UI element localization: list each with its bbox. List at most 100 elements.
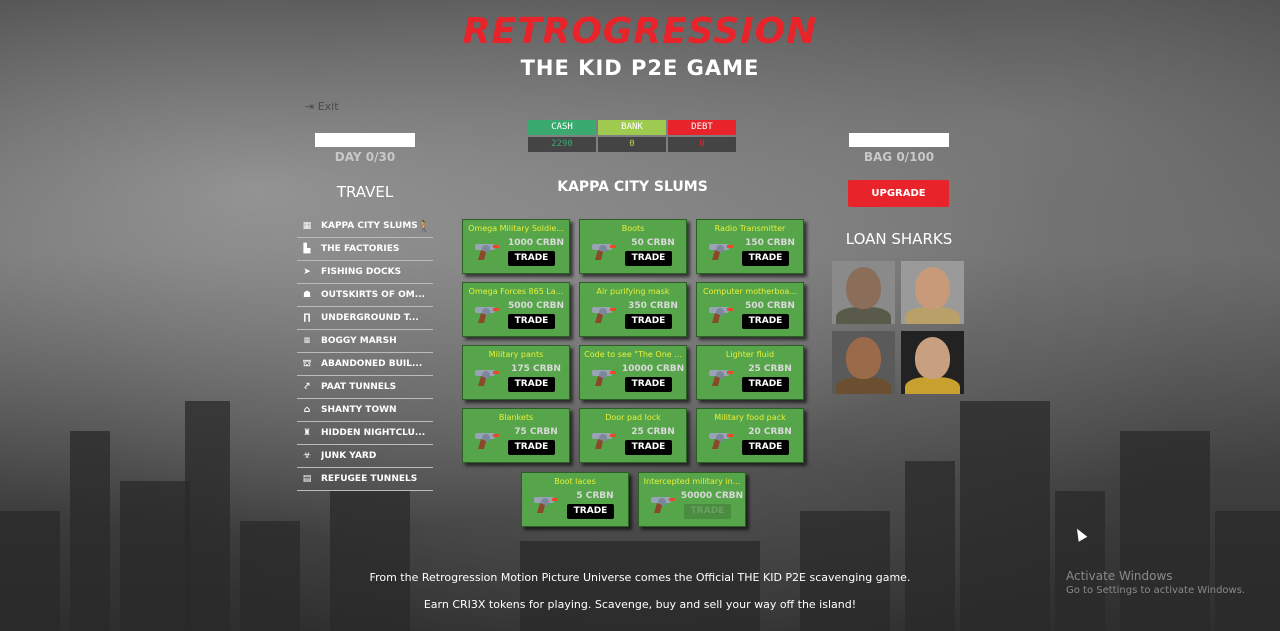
travel-title: TRAVEL <box>336 183 394 201</box>
item-name: Military pants <box>488 350 544 359</box>
stat-value: 2290 <box>528 137 596 152</box>
trade-button[interactable]: TRADE <box>684 504 731 519</box>
travel-item-label: THE FACTORIES <box>321 244 400 254</box>
trade-button[interactable]: TRADE <box>625 314 672 329</box>
bag-progress-bar <box>849 133 949 147</box>
travel-item[interactable]: ⛫ ABANDONED BUIL... <box>297 353 433 376</box>
item-name: Boot laces <box>554 477 596 486</box>
item-price: 50 CRBN <box>631 238 675 248</box>
trade-button[interactable]: TRADE <box>742 377 789 392</box>
item-price: 350 CRBN <box>628 301 678 311</box>
mouse-cursor-icon <box>1072 526 1088 542</box>
trade-button[interactable]: TRADE <box>625 440 672 455</box>
upgrade-button[interactable]: UPGRADE <box>848 180 949 207</box>
walking-person-icon: 🚶 <box>417 219 431 233</box>
item-card: Military pants 175 CRBN TRADE <box>462 345 570 400</box>
trade-button[interactable]: TRADE <box>508 377 555 392</box>
item-card: Boot laces 5 CRBN TRADE <box>521 472 629 527</box>
item-price: 25 CRBN <box>748 364 792 374</box>
item-name: Boots <box>621 224 645 233</box>
item-card: Lighter fluid 25 CRBN TRADE <box>696 345 804 400</box>
people-icon: ☗ <box>302 290 312 300</box>
archive-icon: ▤ <box>302 474 312 484</box>
item-card: Omega Forces 865 La... 5000 CRBN TRADE <box>462 282 570 337</box>
biohazard-icon: ☣ <box>302 451 312 461</box>
item-card: Code to see "The One ... 10000 CRBN TRADE <box>579 345 687 400</box>
trade-button[interactable]: TRADE <box>508 314 555 329</box>
item-card: Military food pack 20 CRBN TRADE <box>696 408 804 463</box>
item-name: Blankets <box>498 413 534 422</box>
exit-button[interactable]: ⇥ Exit <box>305 100 339 113</box>
item-price: 50000 CRBN <box>680 491 744 501</box>
item-price: 25 CRBN <box>631 427 675 437</box>
trade-button[interactable]: TRADE <box>567 504 614 519</box>
tunnel-icon: ∏ <box>303 313 311 323</box>
item-card: Omega Military Soldie... 1000 CRBN TRADE <box>462 219 570 274</box>
stat-bank: BANK 0 <box>598 120 666 152</box>
travel-item[interactable]: ▤ REFUGEE TUNNELS <box>297 468 433 491</box>
travel-item[interactable]: ▙ THE FACTORIES <box>297 238 433 261</box>
factory-icon: ▙ <box>303 244 311 254</box>
route-icon: ⤤ <box>304 382 310 392</box>
trade-button[interactable]: TRADE <box>625 251 672 266</box>
stat-value: 0 <box>668 137 736 152</box>
portrait-face <box>915 337 950 379</box>
travel-item-label: JUNK YARD <box>321 451 377 461</box>
item-card: Radio Transmitter 150 CRBN TRADE <box>696 219 804 274</box>
travel-item-label: PAAT TUNNELS <box>321 382 397 392</box>
portrait-face <box>846 337 881 379</box>
travel-item-label: FISHING DOCKS <box>321 267 402 277</box>
loan-shark-3-avatar[interactable] <box>832 331 895 394</box>
ruins-icon: ⛫ <box>302 358 312 369</box>
stat-value: 0 <box>598 137 666 152</box>
logo-subtitle: THE KID P2E GAME <box>520 56 760 80</box>
watermark-sub: Go to Settings to activate Windows. <box>1066 585 1246 596</box>
day-counter: DAY 0/30 <box>334 150 396 164</box>
travel-item-label: ABANDONED BUIL... <box>321 359 423 369</box>
item-card: Blankets 75 CRBN TRADE <box>462 408 570 463</box>
item-price: 150 CRBN <box>745 238 795 248</box>
travel-item[interactable]: ☣ JUNK YARD <box>297 445 433 468</box>
travel-item[interactable]: ⤤ PAAT TUNNELS <box>297 376 433 399</box>
trade-button[interactable]: TRADE <box>742 314 789 329</box>
travel-item-label: UNDERGROUND T... <box>321 313 419 323</box>
building-icon: ▦ <box>302 221 312 231</box>
trade-button[interactable]: TRADE <box>742 440 789 455</box>
stat-label: CASH <box>528 120 596 135</box>
travel-menu: ▦ KAPPA CITY SLUMS 🚶 ▙ THE FACTORIES ➤ FISHING… <box>297 215 433 491</box>
item-price: 20 CRBN <box>748 427 792 437</box>
trade-button[interactable]: TRADE <box>508 251 555 266</box>
travel-item[interactable]: ☗ OUTSKIRTS OF OM... <box>297 284 433 307</box>
travel-item[interactable]: ♜ HIDDEN NIGHTCLU... <box>297 422 433 445</box>
windows-watermark: Activate Windows Go to Settings to activ… <box>1066 569 1245 596</box>
travel-item[interactable]: ⌂ SHANTY TOWN <box>297 399 433 422</box>
item-card: Intercepted military in... 50000 CRBN TRAD… <box>638 472 746 527</box>
loan-shark-1-avatar[interactable] <box>832 261 895 324</box>
travel-item[interactable]: ➤ FISHING DOCKS <box>297 261 433 284</box>
item-name: Omega Military Soldie... <box>468 224 564 233</box>
travel-item-label: BOGGY MARSH <box>321 336 397 346</box>
day-progress-bar <box>315 133 415 147</box>
portrait-face <box>846 267 881 309</box>
cocktail-icon: ♜ <box>302 428 312 438</box>
loan-shark-2-avatar[interactable] <box>901 261 964 324</box>
item-name: Lighter fluid <box>725 350 775 359</box>
travel-item-label: REFUGEE TUNNELS <box>321 474 418 484</box>
item-name: Intercepted military in... <box>643 477 741 486</box>
item-name: Door pad lock <box>605 413 661 422</box>
travel-item-label: HIDDEN NIGHTCLU... <box>321 428 426 438</box>
item-price: 10000 CRBN <box>621 364 685 374</box>
item-name: Military food pack <box>714 413 786 422</box>
travel-item[interactable]: ▦ KAPPA CITY SLUMS 🚶 <box>297 215 433 238</box>
trade-button[interactable]: TRADE <box>508 440 555 455</box>
travel-item-label: KAPPA CITY SLUMS <box>321 221 418 231</box>
portrait-body <box>905 307 960 324</box>
trade-button[interactable]: TRADE <box>625 377 672 392</box>
exit-icon: ⇥ <box>305 100 315 113</box>
trade-button[interactable]: TRADE <box>742 251 789 266</box>
game-logo: RETROGRESSION THE KID P2E GAME <box>440 12 840 81</box>
travel-item[interactable]: ≡ BOGGY MARSH <box>297 330 433 353</box>
travel-item[interactable]: ∏ UNDERGROUND T... <box>297 307 433 330</box>
loan-shark-4-avatar[interactable] <box>901 331 964 394</box>
item-price: 75 CRBN <box>514 427 558 437</box>
